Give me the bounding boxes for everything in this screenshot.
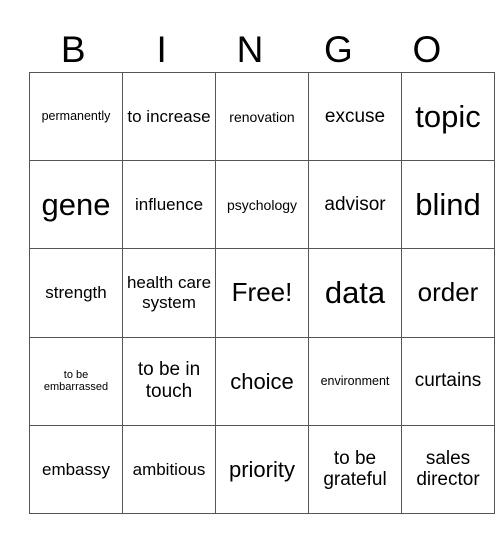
bingo-cell[interactable]: to be grateful bbox=[308, 424, 402, 515]
header-letter-b: B bbox=[60, 29, 86, 70]
bingo-header: B I N G O bbox=[29, 28, 471, 72]
header-letter-g: G bbox=[324, 29, 353, 70]
bingo-grid: permanently to increase renovation excus… bbox=[29, 71, 495, 515]
grid-row: embassy ambitious priority to be gratefu… bbox=[29, 424, 495, 515]
free-space-cell[interactable]: Free! bbox=[215, 248, 309, 338]
bingo-cell[interactable]: excuse bbox=[308, 71, 402, 162]
bingo-cell[interactable]: gene bbox=[29, 160, 123, 250]
grid-row: strength health care system Free! data o… bbox=[29, 248, 495, 338]
bingo-cell[interactable]: data bbox=[308, 248, 402, 338]
grid-row: gene influence psychology advisor blind bbox=[29, 160, 495, 250]
bingo-cell[interactable]: influence bbox=[122, 160, 216, 250]
bingo-cell[interactable]: to increase bbox=[122, 71, 216, 162]
header-letter-i: I bbox=[156, 29, 167, 70]
bingo-cell[interactable]: curtains bbox=[401, 336, 495, 426]
bingo-cell[interactable]: environment bbox=[308, 336, 402, 426]
bingo-cell[interactable]: choice bbox=[215, 336, 309, 426]
header-letter-o: O bbox=[412, 29, 442, 70]
bingo-cell[interactable]: to be in touch bbox=[122, 336, 216, 426]
bingo-cell[interactable]: psychology bbox=[215, 160, 309, 250]
grid-row: to be embarrassed to be in touch choice … bbox=[29, 336, 495, 426]
bingo-cell[interactable]: embassy bbox=[29, 424, 123, 515]
bingo-cell[interactable]: permanently bbox=[29, 71, 123, 162]
bingo-cell[interactable]: renovation bbox=[215, 71, 309, 162]
bingo-cell[interactable]: order bbox=[401, 248, 495, 338]
bingo-cell[interactable]: ambitious bbox=[122, 424, 216, 515]
bingo-cell[interactable]: advisor bbox=[308, 160, 402, 250]
bingo-cell[interactable]: strength bbox=[29, 248, 123, 338]
bingo-cell[interactable]: health care system bbox=[122, 248, 216, 338]
bingo-cell[interactable]: sales director bbox=[401, 424, 495, 515]
header-letter-n: N bbox=[236, 29, 264, 70]
bingo-cell[interactable]: priority bbox=[215, 424, 309, 515]
bingo-cell[interactable]: to be embarrassed bbox=[29, 336, 123, 426]
bingo-cell[interactable]: topic bbox=[401, 71, 495, 162]
grid-row: permanently to increase renovation excus… bbox=[29, 71, 495, 162]
bingo-cell[interactable]: blind bbox=[401, 160, 495, 250]
